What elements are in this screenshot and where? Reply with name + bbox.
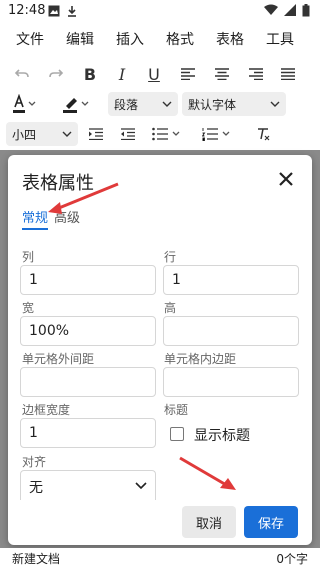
battery-icon (302, 4, 310, 17)
status-notification-icons (48, 5, 78, 17)
menu-insert[interactable]: 插入 (116, 29, 144, 49)
cell-spacing-label: 单元格外间距 (22, 352, 95, 366)
font-family-select[interactable]: 默认字体 (182, 92, 286, 116)
highlight-color-icon[interactable] (60, 92, 94, 116)
signal-icon (284, 4, 296, 16)
annotation-arrow-save (179, 456, 236, 490)
undo-icon[interactable] (10, 62, 34, 86)
clear-formatting-icon[interactable] (252, 122, 276, 146)
wifi-icon (264, 4, 278, 15)
bold-icon[interactable]: B (78, 62, 102, 86)
show-caption-checkbox[interactable] (170, 427, 184, 441)
toolbar-row-2: 段落 默认字体 (0, 89, 320, 119)
cell-padding-input[interactable] (163, 367, 299, 397)
paragraph-style-select[interactable]: 段落 (108, 92, 178, 116)
width-label: 宽 (22, 301, 35, 315)
cols-input[interactable]: 1 (20, 265, 156, 295)
bullet-list-icon[interactable] (150, 122, 186, 146)
menu-bar: 文件 编辑 插入 格式 表格 工具 (0, 22, 320, 56)
redo-icon[interactable] (44, 62, 68, 86)
status-system-icons (264, 4, 310, 17)
width-input[interactable]: 100% (20, 316, 156, 346)
numbered-list-icon[interactable] (200, 122, 236, 146)
border-width-input[interactable]: 1 (20, 418, 156, 448)
align-right-icon[interactable] (244, 62, 268, 86)
align-select-value: 无 (29, 480, 43, 496)
word-count: 0个字 (276, 552, 308, 566)
image-icon (48, 5, 60, 17)
save-button[interactable]: 保存 (244, 506, 298, 538)
italic-icon[interactable]: I (110, 62, 134, 86)
show-caption-label: 显示标题 (194, 428, 250, 444)
menu-file[interactable]: 文件 (16, 29, 44, 49)
border-width-label: 边框宽度 (22, 403, 71, 417)
status-time: 12:48 (8, 3, 46, 18)
align-center-icon[interactable] (210, 62, 234, 86)
status-footer: 新建文档 0个字 (0, 548, 320, 568)
download-icon (68, 6, 76, 17)
chevron-down-icon (135, 482, 147, 490)
annotation-arrow-tab (48, 182, 119, 214)
cell-padding-label: 单元格内边距 (164, 352, 237, 366)
chevron-down-icon (62, 131, 72, 137)
menu-table[interactable]: 表格 (216, 29, 244, 49)
chevron-down-icon (270, 101, 280, 107)
close-icon[interactable] (278, 171, 294, 187)
paragraph-style-value: 段落 (114, 97, 139, 112)
align-left-icon[interactable] (176, 62, 200, 86)
chevron-down-icon (162, 101, 172, 107)
cell-spacing-input[interactable] (20, 367, 156, 397)
menu-tools[interactable]: 工具 (266, 29, 294, 49)
cancel-button[interactable]: 取消 (182, 506, 236, 538)
height-input[interactable] (163, 316, 299, 346)
align-label: 对齐 (22, 455, 47, 469)
menu-format[interactable]: 格式 (166, 29, 194, 49)
toolbar-row-1: B I U (0, 59, 320, 89)
font-color-icon[interactable] (10, 92, 40, 116)
indent-icon[interactable] (84, 122, 108, 146)
outdent-icon[interactable] (116, 122, 140, 146)
status-bar: 12:48 (0, 0, 320, 22)
underline-icon[interactable]: U (142, 62, 166, 86)
caption-label: 标题 (164, 403, 189, 417)
font-family-value: 默认字体 (188, 97, 237, 112)
rows-label: 行 (164, 250, 177, 264)
document-name: 新建文档 (12, 552, 61, 566)
rows-input[interactable]: 1 (163, 265, 299, 295)
menu-edit[interactable]: 编辑 (66, 29, 94, 49)
cols-label: 列 (22, 250, 35, 264)
toolbar-row-3: 小四 (0, 119, 320, 149)
align-justify-icon[interactable] (276, 62, 300, 86)
align-select[interactable]: 无 (20, 470, 156, 500)
font-size-value: 小四 (12, 127, 37, 142)
height-label: 高 (164, 301, 177, 315)
font-size-select[interactable]: 小四 (6, 122, 78, 146)
